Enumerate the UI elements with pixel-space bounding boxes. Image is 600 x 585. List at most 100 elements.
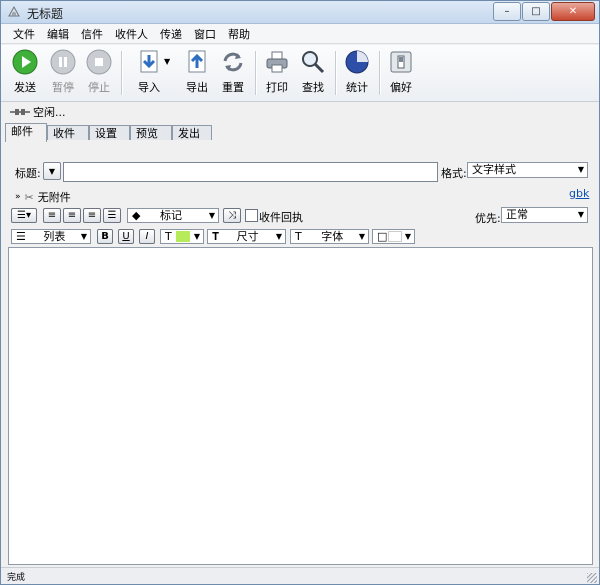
align-right-button[interactable]: ≡: [83, 208, 101, 223]
find-button[interactable]: 查找: [295, 48, 331, 95]
import-dropdown-icon[interactable]: ▼: [164, 57, 170, 66]
tab-recipients[interactable]: 收件人: [47, 125, 89, 155]
stats-label: 统计: [346, 81, 368, 94]
shuffle-icon: ⤨: [228, 210, 236, 221]
pie-chart-icon: [345, 50, 369, 74]
menu-recipients[interactable]: 收件人: [109, 26, 154, 42]
format-label: 格式:: [441, 167, 467, 180]
reset-button[interactable]: 重置: [215, 48, 251, 95]
chevron-down-icon: ▼: [208, 211, 215, 220]
window-title: 无标题: [27, 7, 64, 21]
priority-select[interactable]: 正常 ▼: [501, 207, 588, 223]
stop-icon: [86, 49, 112, 75]
align-left-icon: ≡: [47, 210, 57, 221]
pause-button[interactable]: 暂停: [45, 48, 81, 95]
resize-grip-icon[interactable]: [587, 573, 597, 583]
refresh-icon: [223, 52, 243, 72]
export-button[interactable]: 导出: [179, 48, 215, 95]
prefs-label: 偏好: [390, 81, 412, 94]
chevron-down-icon: ▼: [577, 165, 584, 174]
marker-value: 标记: [159, 209, 182, 222]
menu-edit[interactable]: 编辑: [41, 26, 75, 42]
minimize-button[interactable]: –: [493, 2, 521, 21]
size-value: 尺寸: [236, 230, 259, 243]
message-editor[interactable]: [8, 247, 593, 565]
marker-select[interactable]: ◆ 标记 ▼: [127, 208, 219, 223]
list-select[interactable]: ☰ 列表 ▼: [11, 229, 91, 244]
chevron-down-icon: ▼: [193, 232, 200, 241]
align-left-button[interactable]: ≡: [43, 208, 61, 223]
printer-icon: [266, 51, 288, 73]
app-logo-icon: [8, 5, 20, 17]
menu-letter[interactable]: 信件: [75, 26, 109, 42]
justify-button[interactable]: ☰: [103, 208, 121, 223]
app-window: 无标题 – □ ✕ 文件 编辑 信件 收件人 传递 窗口 帮助 发送 暂停 停止: [0, 0, 600, 585]
size-select[interactable]: 𝐓 尺寸 ▼: [207, 229, 286, 244]
tag-icon: ◆: [132, 209, 141, 222]
stop-button[interactable]: 停止: [81, 48, 117, 95]
background-color-swatch: [388, 231, 402, 242]
subject-label: 标题:: [15, 167, 41, 180]
status-text: 完成: [7, 573, 26, 583]
priority-value: 正常: [506, 208, 528, 221]
switch-icon: [390, 51, 412, 73]
tab-mail[interactable]: 邮件: [5, 123, 47, 142]
mail-panel: 标题: ▼ 格式: 文字样式 ▼ » ✂ 无附件 gbk ☰▾ ≡ ≡ ≡ ☰ ◆…: [1, 141, 599, 247]
document-icon: ☰▾: [17, 210, 31, 221]
tab-preview[interactable]: 预览: [130, 125, 172, 140]
menu-window[interactable]: 窗口: [188, 26, 222, 42]
chevron-down-icon: ▼: [48, 166, 56, 176]
chevron-down-icon: ▼: [404, 232, 411, 241]
align-center-icon: ≡: [67, 210, 77, 221]
expand-icon[interactable]: »: [15, 192, 21, 202]
chevron-down-icon: ▼: [577, 210, 584, 219]
connection-status: 空闲...: [1, 103, 599, 121]
font-select[interactable]: T 字体 ▼: [290, 229, 369, 244]
send-label: 发送: [14, 81, 36, 94]
text-color-select[interactable]: T ▼: [160, 229, 204, 244]
font-value: 字体: [321, 230, 344, 243]
italic-button[interactable]: I: [139, 229, 155, 244]
close-button[interactable]: ✕: [551, 2, 595, 21]
align-center-button[interactable]: ≡: [63, 208, 81, 223]
maximize-button[interactable]: □: [522, 2, 550, 21]
menu-help[interactable]: 帮助: [222, 26, 256, 42]
charset-link[interactable]: gbk: [569, 187, 589, 200]
send-button[interactable]: 发送: [7, 48, 43, 95]
receipt-label: 收件回执: [259, 211, 303, 224]
menu-file[interactable]: 文件: [7, 26, 41, 42]
subject-history-dropdown[interactable]: ▼: [43, 162, 61, 180]
tab-settings[interactable]: 设置: [89, 125, 130, 140]
toolbar: 发送 暂停 停止 导入 ▼ 导出 重置 打印 查找 统计 偏好: [1, 45, 599, 102]
tab-outbox[interactable]: 发出: [172, 125, 212, 140]
pause-icon: [50, 49, 76, 75]
title-bar: 无标题 – □ ✕: [1, 1, 599, 24]
receipt-checkbox[interactable]: [245, 209, 258, 222]
list-icon: ☰: [16, 230, 26, 243]
import-button[interactable]: 导入: [131, 48, 167, 95]
chevron-down-icon: ▼: [80, 232, 87, 241]
menu-bar: 文件 编辑 信件 收件人 传递 窗口 帮助: [1, 24, 599, 44]
magnifier-icon: [302, 51, 325, 74]
export-icon: [188, 50, 206, 73]
underline-button[interactable]: U: [118, 229, 134, 244]
import-icon: [140, 50, 158, 73]
background-color-select[interactable]: □ ▼: [372, 229, 415, 244]
stats-button[interactable]: 统计: [339, 48, 375, 95]
prefs-button[interactable]: 偏好: [383, 48, 419, 95]
pause-label: 暂停: [52, 81, 74, 94]
import-label: 导入: [138, 81, 160, 94]
print-button[interactable]: 打印: [259, 48, 295, 95]
list-value: 列表: [43, 230, 66, 243]
text-color-swatch: [176, 231, 190, 242]
align-right-icon: ≡: [87, 210, 97, 221]
menu-delivery[interactable]: 传递: [154, 26, 188, 42]
format-value: 文字样式: [472, 163, 516, 176]
subject-input[interactable]: [63, 162, 438, 182]
priority-label: 优先:: [475, 212, 501, 225]
format-select[interactable]: 文字样式 ▼: [467, 162, 588, 178]
bold-button[interactable]: B: [97, 229, 113, 244]
chevron-down-icon: ▼: [275, 232, 282, 241]
paragraph-style-button[interactable]: ☰▾: [11, 208, 37, 223]
shuffle-button[interactable]: ⤨: [223, 208, 241, 223]
